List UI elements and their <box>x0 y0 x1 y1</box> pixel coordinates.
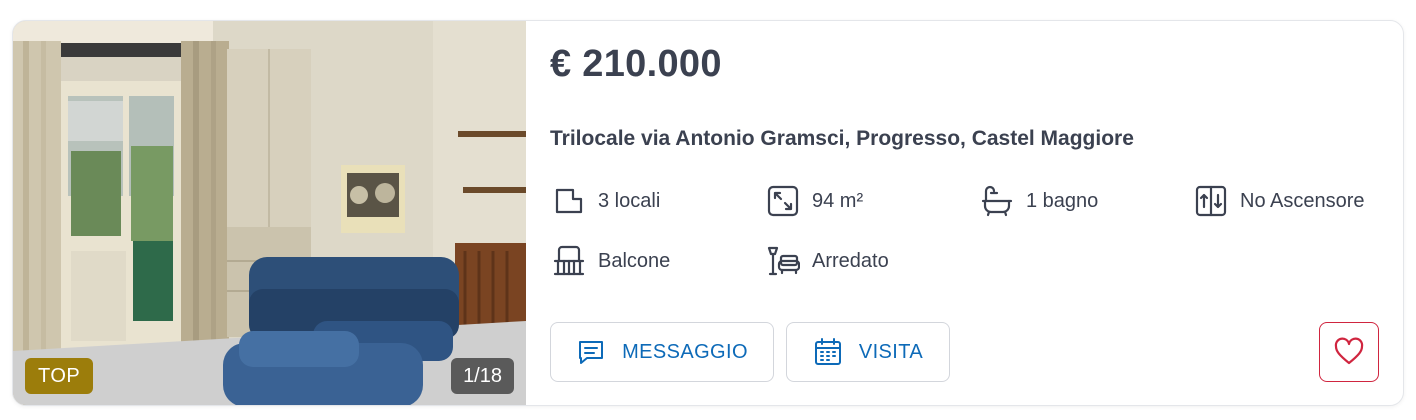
feature-label: Arredato <box>812 249 889 272</box>
bathtub-icon <box>981 185 1013 217</box>
listing-title[interactable]: Trilocale via Antonio Gramsci, Progresso… <box>550 127 1134 151</box>
message-button-label: MESSAGGIO <box>622 340 748 363</box>
photo-counter: 1/18 <box>451 358 514 394</box>
elevator-icon <box>1195 185 1227 217</box>
favorite-button[interactable] <box>1319 322 1379 382</box>
rooms-icon <box>555 188 583 214</box>
feature-bathrooms: 1 bagno <box>980 183 1098 219</box>
listing-card[interactable]: TOP 1/18 € 210.000 Trilocale via Antonio… <box>12 20 1404 406</box>
area-icon <box>767 185 799 217</box>
balcony-icon <box>553 245 585 276</box>
furnished-icon <box>767 246 800 276</box>
visit-button-label: VISITA <box>858 340 924 363</box>
feature-label: 94 m² <box>812 189 864 212</box>
message-button[interactable]: MESSAGGIO <box>550 322 774 382</box>
feature-label: No Ascensore <box>1240 189 1365 212</box>
feature-furnished: Arredato <box>766 243 889 279</box>
feature-label: 3 locali <box>598 189 661 212</box>
listing-price: € 210.000 <box>550 43 722 85</box>
feature-area: 94 m² <box>766 183 863 219</box>
top-badge: TOP <box>25 358 94 394</box>
feature-label: 1 bagno <box>1026 189 1099 212</box>
room-photo-image <box>13 21 526 405</box>
calendar-icon <box>814 338 841 365</box>
visit-button[interactable]: VISITA <box>786 322 950 382</box>
listing-photo[interactable]: TOP 1/18 <box>13 21 526 405</box>
listing-info: € 210.000 Trilocale via Antonio Gramsci,… <box>550 21 1403 405</box>
feature-balcony: Balcone <box>552 243 670 279</box>
feature-label: Balcone <box>598 249 671 272</box>
feature-elevator: No Ascensore <box>1194 183 1365 219</box>
heart-icon <box>1334 337 1364 365</box>
feature-rooms: 3 locali <box>552 183 660 219</box>
chat-icon <box>579 341 604 364</box>
